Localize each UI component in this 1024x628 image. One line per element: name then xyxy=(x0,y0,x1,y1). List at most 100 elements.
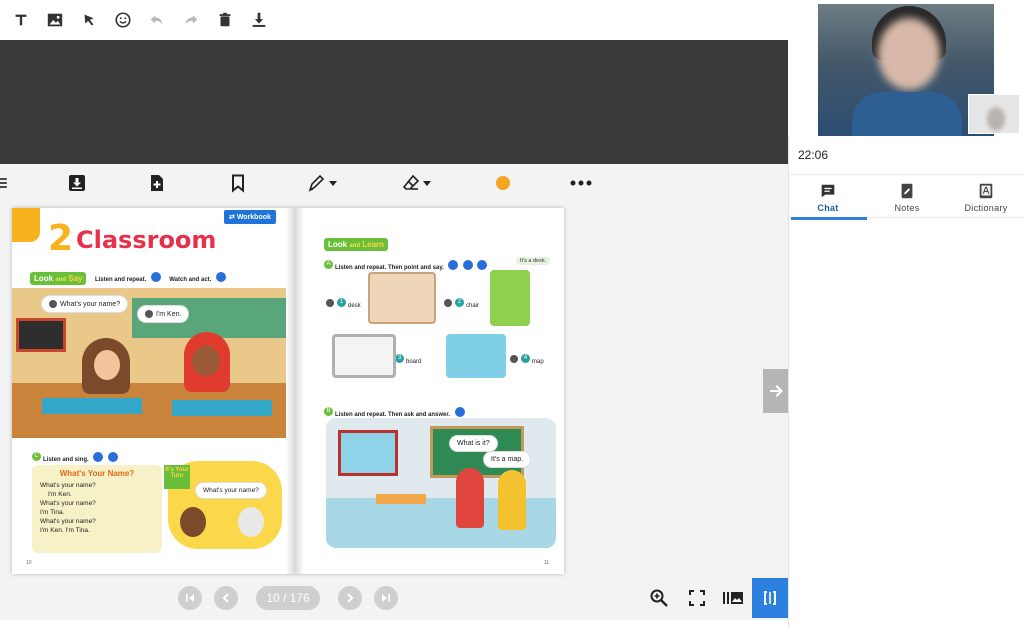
redo-button[interactable] xyxy=(178,7,204,33)
instruction-watch-act: Watch and act. xyxy=(169,277,212,283)
side-tabs: Chat Notes Dictionary xyxy=(789,174,1024,220)
speaker-icon[interactable] xyxy=(444,298,452,307)
unit-title: Classroom xyxy=(76,226,217,254)
item-number: 2 xyxy=(455,298,464,308)
more-icon xyxy=(570,180,592,186)
workbook-link[interactable]: ⇄ Workbook xyxy=(224,210,276,224)
tab-label: Chat xyxy=(817,202,839,213)
add-page-icon xyxy=(151,175,163,191)
turn-speech-bubble: What's your name? xyxy=(196,483,266,498)
game-icon[interactable] xyxy=(477,259,488,270)
right-page-number: 11 xyxy=(544,560,550,566)
speaker-icon[interactable] xyxy=(145,310,153,318)
book-viewer: 2 Classroom ⇄ Workbook Look and Say List… xyxy=(0,202,788,578)
thumbnails-button[interactable] xyxy=(720,585,746,611)
annotation-canvas[interactable] xyxy=(0,40,788,164)
image-tool-button[interactable] xyxy=(42,7,68,33)
desk-picture xyxy=(368,272,436,324)
download-button[interactable] xyxy=(246,7,272,33)
left-page: 2 Classroom ⇄ Workbook Look and Say List… xyxy=(12,208,288,574)
chevron-left-icon xyxy=(222,593,229,603)
computer-monitor xyxy=(16,318,66,352)
item-number: 4 xyxy=(521,354,530,364)
speaker-icon[interactable] xyxy=(510,354,518,363)
emoji-icon xyxy=(115,12,131,28)
text-tool-button[interactable] xyxy=(8,7,34,33)
page-indicator[interactable]: 10 / 176 xyxy=(256,586,320,610)
bookmark-button[interactable] xyxy=(225,170,251,196)
tab-chat[interactable]: Chat xyxy=(789,175,867,220)
item-word: map xyxy=(532,359,544,365)
bottom-strip xyxy=(0,620,788,628)
audio-icon[interactable] xyxy=(448,259,459,270)
scene-boy xyxy=(498,470,526,530)
first-page-button[interactable] xyxy=(178,586,202,610)
active-tab-indicator xyxy=(791,217,867,220)
self-video-person xyxy=(987,107,1005,131)
save-page-button[interactable] xyxy=(64,170,90,196)
video-icon[interactable] xyxy=(107,451,118,462)
two-page-view-button[interactable] xyxy=(752,578,788,618)
turn-girl-figure xyxy=(180,507,206,537)
turn-blank-figure xyxy=(238,507,264,537)
undo-button[interactable] xyxy=(144,7,170,33)
audio-icon[interactable] xyxy=(150,271,161,282)
pen-tool-dropdown[interactable] xyxy=(302,170,342,196)
vocab-item-map[interactable]: 4map xyxy=(510,350,544,368)
speaker-icon[interactable] xyxy=(49,300,57,308)
vocab-item-chair[interactable]: 2chair xyxy=(444,294,479,312)
video-icon[interactable] xyxy=(215,271,226,282)
delete-button[interactable] xyxy=(212,7,238,33)
zoom-button[interactable] xyxy=(646,585,672,611)
pointer-tool-button[interactable] xyxy=(76,7,102,33)
pen-icon xyxy=(308,174,325,192)
speech-bubble-question: What's your name? xyxy=(42,296,128,312)
scene-bubble-question: What is it? xyxy=(450,436,497,451)
prev-page-button[interactable] xyxy=(214,586,238,610)
speech-bubble-answer: I'm Ken. xyxy=(138,306,189,322)
audio-icon[interactable] xyxy=(93,451,104,462)
song-lyrics-box: What's Your Name? What's your name? I'm … xyxy=(32,465,162,553)
map-picture xyxy=(446,334,506,378)
more-options-button[interactable] xyxy=(568,170,594,196)
eraser-tool-dropdown[interactable] xyxy=(396,170,436,196)
redo-icon xyxy=(185,15,198,25)
bubble-text: What's your name? xyxy=(60,300,121,308)
item-number: 1 xyxy=(337,298,346,308)
cards-icon[interactable] xyxy=(462,259,473,270)
item-word: desk xyxy=(348,303,361,309)
last-page-button[interactable] xyxy=(374,586,398,610)
item-word: chair xyxy=(466,303,480,309)
tag-part-look: Look xyxy=(328,240,348,249)
add-page-button[interactable] xyxy=(144,170,170,196)
tab-dictionary[interactable]: Dictionary xyxy=(947,175,1024,219)
tag-part-and: and xyxy=(349,243,361,249)
listen-sing-row: CListen and sing. xyxy=(32,448,118,466)
fullscreen-button[interactable] xyxy=(684,585,710,611)
menu-button[interactable] xyxy=(0,170,10,196)
song-line: I'm Ken. I'm Tina. xyxy=(40,527,90,534)
your-turn-badge: It's Your Turn xyxy=(164,465,190,489)
song-line: What's your name? xyxy=(40,500,96,507)
fullscreen-icon xyxy=(689,590,705,606)
trash-icon xyxy=(219,12,231,27)
next-page-arrow[interactable] xyxy=(763,369,788,413)
hint-bubble: It's a desk. xyxy=(516,257,551,265)
first-page-icon xyxy=(186,594,194,602)
arrow-right-icon xyxy=(769,385,783,397)
vocab-item-desk[interactable]: 1desk xyxy=(326,294,361,312)
look-and-learn-row: Look and Learn xyxy=(324,234,389,252)
color-picker-button[interactable] xyxy=(490,170,516,196)
video-panel xyxy=(788,0,1024,136)
tab-notes[interactable]: Notes xyxy=(868,175,946,219)
speaker-icon[interactable] xyxy=(326,298,334,307)
song-line: What's your name? xyxy=(40,482,96,489)
audio-icon[interactable] xyxy=(454,406,465,417)
boy-face xyxy=(192,346,220,376)
next-page-button[interactable] xyxy=(338,586,362,610)
unit-badge xyxy=(12,208,40,242)
color-dot-icon xyxy=(496,176,510,190)
song-line: I'm Tina. xyxy=(40,509,65,516)
emoji-tool-button[interactable] xyxy=(110,7,136,33)
self-video-thumbnail[interactable] xyxy=(968,94,1020,134)
